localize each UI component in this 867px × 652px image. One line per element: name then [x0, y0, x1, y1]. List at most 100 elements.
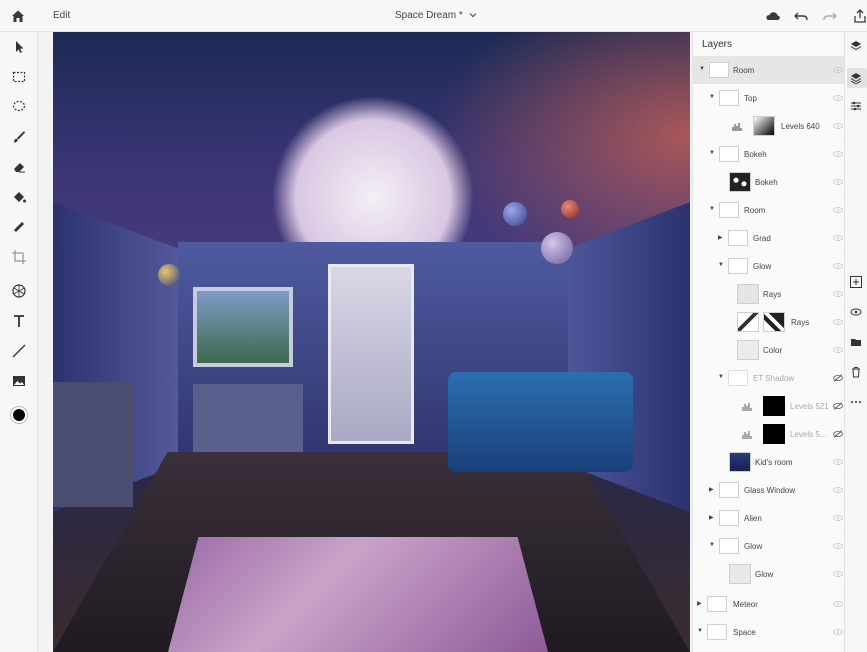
cloud-icon[interactable] [765, 8, 781, 24]
share-icon[interactable] [852, 8, 867, 24]
lasso-icon[interactable] [10, 98, 28, 116]
eye-icon[interactable] [833, 206, 843, 214]
histogram-icon [732, 123, 742, 131]
foreground-color-swatch[interactable] [11, 407, 27, 423]
eye-icon[interactable] [833, 600, 843, 608]
folder-icon [719, 90, 739, 106]
layers-properties-icon[interactable] [850, 72, 862, 84]
layer-row-bokeh-group[interactable]: ▼ Bokeh [693, 140, 845, 168]
layer-row-grad[interactable]: ▶ Grad [693, 224, 845, 252]
trash-icon[interactable] [850, 366, 862, 378]
eye-icon[interactable] [833, 66, 843, 74]
hidden-eye-icon[interactable] [833, 430, 843, 438]
expand-caret-icon[interactable]: ▼ [709, 94, 715, 100]
document-canvas[interactable] [53, 32, 690, 652]
histogram-icon [742, 403, 752, 411]
layer-row-room[interactable]: ▼ Room [693, 56, 845, 84]
layer-row-meteor[interactable]: ▶ Meteor [693, 590, 845, 618]
eye-icon[interactable] [833, 346, 843, 354]
layer-row-glow-group[interactable]: ▼ Glow [693, 532, 845, 560]
layer-label: Glow [753, 262, 772, 271]
expand-caret-icon[interactable]: ▼ [709, 206, 715, 212]
mask-thumbnail [763, 312, 785, 332]
hidden-eye-icon[interactable] [833, 402, 843, 410]
brush-icon[interactable] [10, 128, 28, 146]
layer-row-levels-640[interactable]: Levels 640 [693, 112, 845, 140]
layer-label: Meteor [733, 600, 758, 609]
layer-row-kids-room[interactable]: Kid's room [693, 448, 845, 476]
eye-icon[interactable] [833, 122, 843, 130]
expand-caret-icon[interactable]: ▼ [709, 150, 715, 156]
planet-blue [503, 202, 527, 226]
layer-row-levels-521[interactable]: Levels 521 [693, 392, 845, 420]
hidden-eye-icon[interactable] [833, 374, 843, 382]
expand-caret-icon[interactable]: ▶ [718, 234, 723, 241]
eye-icon[interactable] [833, 570, 843, 578]
eye-icon[interactable] [833, 150, 843, 158]
expand-caret-icon[interactable]: ▶ [709, 486, 714, 493]
undo-icon[interactable] [793, 8, 809, 24]
layer-label: ET Shadow [753, 374, 795, 383]
edit-mode-label[interactable]: Edit [53, 10, 70, 21]
eye-icon[interactable] [833, 458, 843, 466]
fill-thumbnail [729, 564, 751, 584]
expand-caret-icon[interactable]: ▼ [718, 374, 724, 380]
layer-label: Rays [763, 290, 782, 299]
layer-row-glass-window[interactable]: ▶ Glass Window [693, 476, 845, 504]
crop-icon[interactable] [10, 248, 28, 266]
layer-label: Bokeh [755, 178, 778, 187]
folder-icon[interactable] [850, 336, 862, 348]
layer-row-top[interactable]: ▼ Top [693, 84, 845, 112]
eye-icon[interactable] [833, 94, 843, 102]
layer-row-alien[interactable]: ▶ Alien [693, 504, 845, 532]
expand-caret-icon[interactable]: ▼ [718, 262, 724, 268]
eye-icon[interactable] [833, 234, 843, 242]
more-icon[interactable] [850, 396, 862, 408]
eye-icon[interactable] [833, 318, 843, 326]
layer-row-color[interactable]: Color [693, 336, 845, 364]
layer-row-rays-masked[interactable]: Rays [693, 308, 845, 336]
layer-row-levels-5[interactable]: Levels 5... [693, 420, 845, 448]
layer-label: Space [733, 628, 756, 637]
layer-row-space[interactable]: ▼ Space [693, 618, 845, 646]
type-icon[interactable] [10, 312, 28, 330]
layer-row-et-shadow[interactable]: ▼ ET Shadow [693, 364, 845, 392]
layers-stack-icon[interactable] [850, 40, 862, 52]
expand-caret-icon[interactable]: ▶ [697, 600, 702, 607]
planet-striped [158, 264, 180, 286]
eye-icon[interactable] [833, 486, 843, 494]
adjustments-icon[interactable] [850, 100, 862, 112]
layer-label: Room [744, 206, 766, 215]
eye-icon[interactable] [833, 178, 843, 186]
layer-label: Top [744, 94, 757, 103]
expand-caret-icon[interactable]: ▼ [699, 66, 705, 72]
image-thumbnail [737, 312, 759, 332]
eraser-icon[interactable] [10, 158, 28, 176]
layer-row-glow-fill[interactable]: Glow [693, 560, 845, 588]
eye-icon[interactable] [833, 542, 843, 550]
floating-bed [448, 372, 633, 472]
fill-bucket-icon[interactable] [10, 188, 28, 206]
adjustment-icon[interactable] [10, 282, 28, 300]
expand-caret-icon[interactable]: ▼ [709, 542, 715, 548]
layer-row-bokeh-image[interactable]: Bokeh [693, 168, 845, 196]
healing-icon[interactable] [10, 218, 28, 236]
select-arrow-icon[interactable] [10, 38, 28, 56]
document-title[interactable]: Space Dream * [395, 10, 477, 21]
visibility-icon[interactable] [850, 306, 862, 318]
eye-icon[interactable] [833, 290, 843, 298]
eye-icon[interactable] [833, 262, 843, 270]
home-icon[interactable] [10, 8, 26, 24]
add-layer-icon[interactable] [850, 276, 862, 288]
layer-row-rays[interactable]: Rays [693, 280, 845, 308]
line-icon[interactable] [10, 342, 28, 360]
marquee-icon[interactable] [10, 68, 28, 86]
layer-row-glow[interactable]: ▼ Glow [693, 252, 845, 280]
image-place-icon[interactable] [10, 372, 28, 390]
eye-icon[interactable] [833, 514, 843, 522]
layer-row-room-sub[interactable]: ▼ Room [693, 196, 845, 224]
expand-caret-icon[interactable]: ▶ [709, 514, 714, 521]
expand-caret-icon[interactable]: ▼ [697, 628, 703, 634]
eye-icon[interactable] [833, 628, 843, 636]
redo-icon[interactable] [822, 8, 838, 24]
